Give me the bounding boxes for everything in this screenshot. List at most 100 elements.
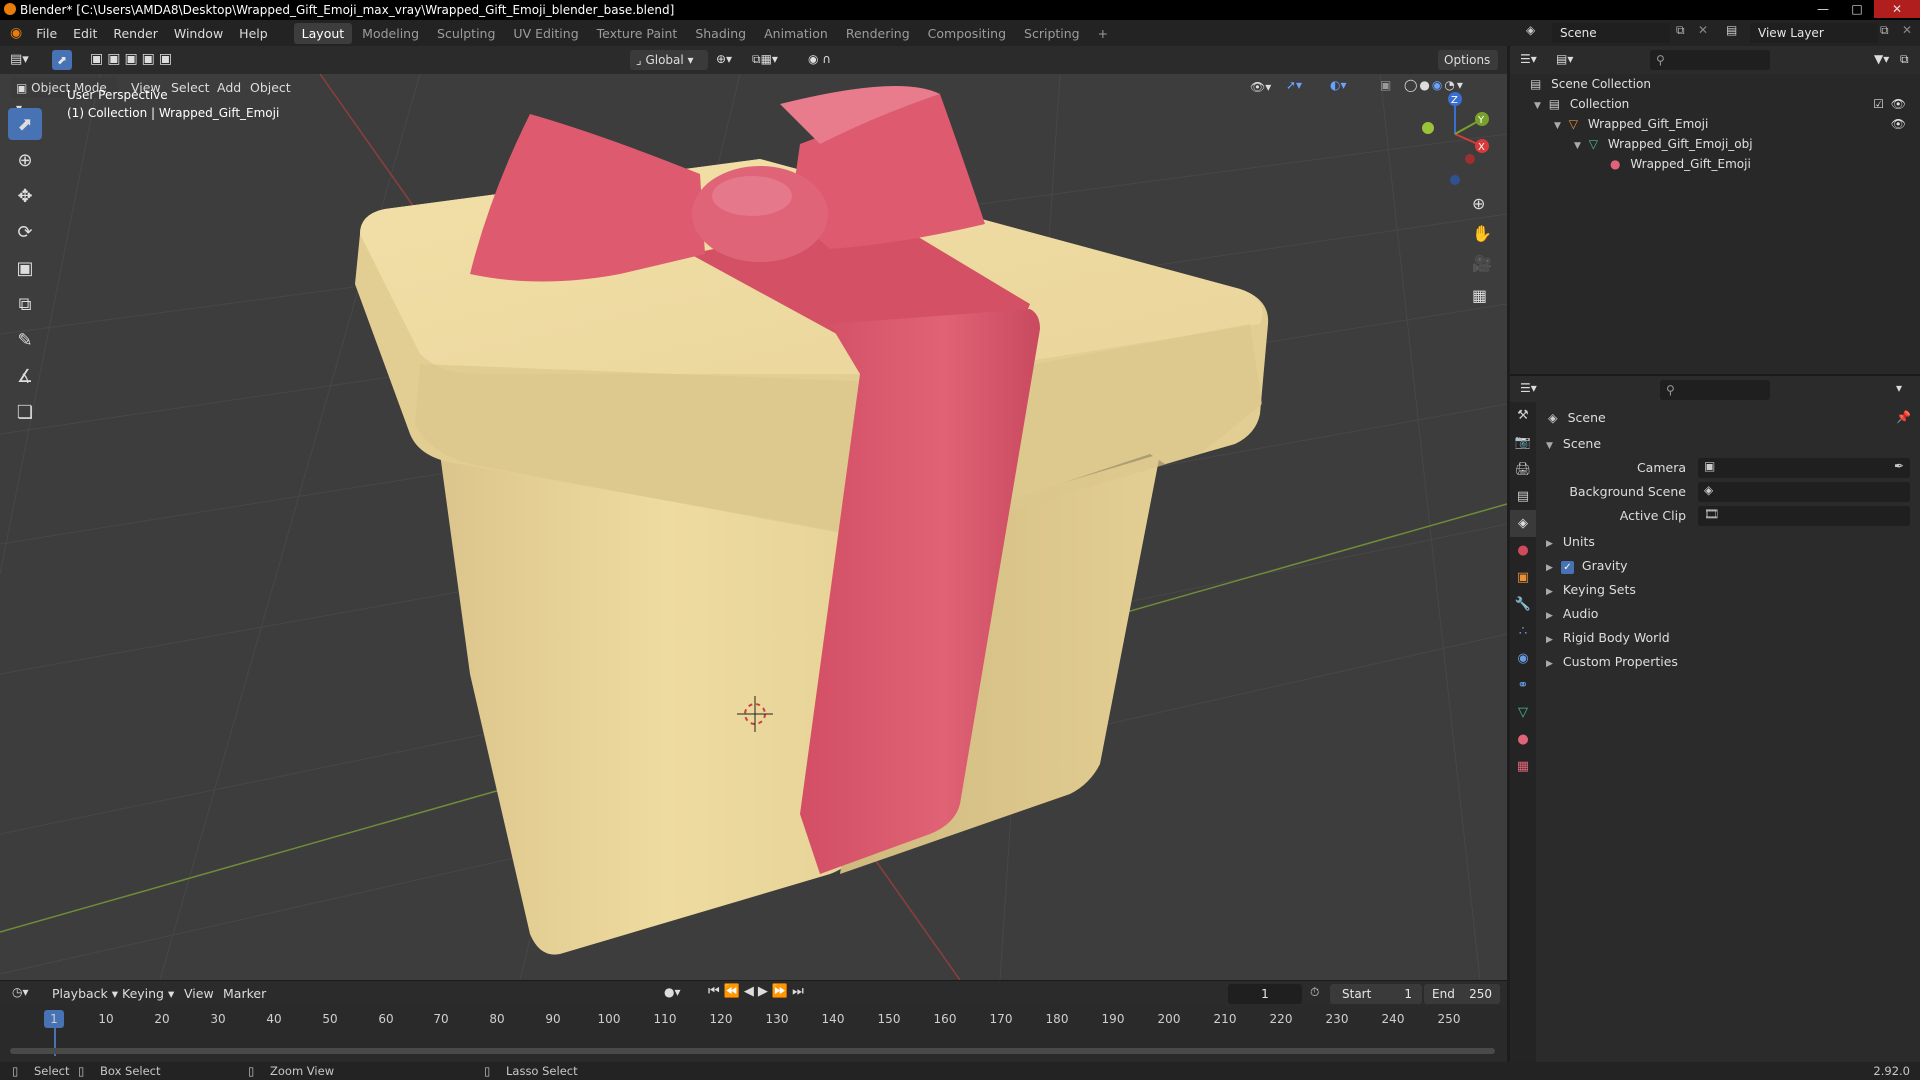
timeline-editor-icon[interactable]: ◷▾ xyxy=(12,985,29,999)
pin-icon[interactable]: 📌 xyxy=(1896,410,1911,424)
tab-object-icon[interactable]: ▣ xyxy=(1510,564,1536,591)
snapping-icon[interactable]: ⧉▦▾ xyxy=(752,52,778,67)
timeline-menu-keying[interactable]: Keying ▾ xyxy=(122,984,174,1004)
scene-panel-header[interactable]: ▼ Scene xyxy=(1546,434,1601,454)
proportional-editing-icon[interactable]: ◉ ∩ xyxy=(808,52,831,66)
menu-help[interactable]: Help xyxy=(231,26,276,41)
add-workspace-button[interactable]: + xyxy=(1090,23,1116,44)
navigation-gizmo[interactable]: Z X Y xyxy=(1422,92,1489,185)
blender-menu-icon[interactable]: ◉ xyxy=(10,25,22,41)
tab-texture-paint[interactable]: Texture Paint xyxy=(589,23,686,44)
3d-viewport[interactable]: Z X Y ▣ Object Mode ▾ View Select Add Ob… xyxy=(0,74,1507,980)
scale-tool-icon[interactable]: ▣ xyxy=(8,252,42,284)
select-tool-icon[interactable]: ⬈ xyxy=(52,50,72,70)
selection-mode-icons[interactable]: ▣▣▣▣▣ xyxy=(90,51,176,67)
custom-properties-subpanel[interactable]: ▶ Custom Properties xyxy=(1546,652,1678,672)
pan-hand-icon[interactable]: ✋ xyxy=(1472,224,1492,243)
eyedropper-icon[interactable]: ✒ xyxy=(1894,459,1904,473)
timeline-area[interactable]: 1 10 20 30 40 50 60 70 80 90 100 110 120… xyxy=(0,1006,1507,1062)
add-cube-tool-icon[interactable]: ❏ xyxy=(8,396,42,428)
visibility-eye-icon[interactable]: 👁 xyxy=(1891,114,1906,134)
gizmo-toggle-icon[interactable]: ➚▾ xyxy=(1286,78,1302,92)
tab-output-icon[interactable]: 🖨 xyxy=(1510,456,1536,483)
tab-particles-icon[interactable]: ∴ xyxy=(1510,618,1536,645)
display-mode-icon[interactable]: ▤▾ xyxy=(1556,52,1573,66)
menu-file[interactable]: File xyxy=(28,26,65,41)
end-frame-field[interactable]: End 250 xyxy=(1424,984,1500,1004)
keying-sets-subpanel[interactable]: ▶ Keying Sets xyxy=(1546,580,1636,600)
viewport-menu-select[interactable]: Select xyxy=(171,78,210,98)
timeline-menu-view[interactable]: View xyxy=(184,984,214,1004)
close-button[interactable]: ✕ xyxy=(1874,0,1920,18)
viewport-menu-add[interactable]: Add xyxy=(217,78,241,98)
active-clip-field[interactable]: 🎞 xyxy=(1698,506,1910,526)
visibility-icon[interactable]: 👁▾ xyxy=(1250,80,1271,94)
tab-layout[interactable]: Layout xyxy=(293,22,353,44)
tab-sculpting[interactable]: Sculpting xyxy=(429,23,503,44)
editor-type-icon[interactable]: ▤▾ xyxy=(10,52,29,67)
units-subpanel[interactable]: ▶ Units xyxy=(1546,532,1595,552)
tab-view-layer-icon[interactable]: ▤ xyxy=(1510,483,1536,510)
tab-world-icon[interactable]: ● xyxy=(1510,537,1536,564)
transform-orientation-dropdown[interactable]: ⌟ Global ▾ xyxy=(630,50,708,70)
rigid-body-world-subpanel[interactable]: ▶ Rigid Body World xyxy=(1546,628,1670,648)
menu-window[interactable]: Window xyxy=(166,26,231,41)
viewport-menu-object[interactable]: Object xyxy=(250,78,291,98)
tab-modeling[interactable]: Modeling xyxy=(354,23,427,44)
maximize-button[interactable]: □ xyxy=(1840,0,1874,18)
timeline-menu-playback[interactable]: Playback ▾ xyxy=(52,984,118,1004)
background-scene-field[interactable]: ◈ xyxy=(1698,482,1910,502)
measure-tool-icon[interactable]: ∡ xyxy=(8,360,42,392)
minimize-button[interactable]: — xyxy=(1806,0,1840,18)
tab-scripting[interactable]: Scripting xyxy=(1016,23,1088,44)
new-collection-icon[interactable]: ⧉ xyxy=(1900,52,1909,67)
properties-editor-icon[interactable]: ☰▾ xyxy=(1520,381,1537,395)
properties-options-icon[interactable]: ▾ xyxy=(1896,381,1902,395)
current-frame-field[interactable]: 1 xyxy=(1228,984,1302,1004)
select-box-tool-icon[interactable]: ⬈ xyxy=(8,108,42,140)
menu-edit[interactable]: Edit xyxy=(65,26,105,41)
delete-scene-icon[interactable]: ✕ xyxy=(1698,23,1708,37)
rotate-tool-icon[interactable]: ⟳ xyxy=(8,216,42,248)
options-dropdown[interactable]: Options ▾ xyxy=(1438,50,1498,87)
stopwatch-icon[interactable]: ⏱ xyxy=(1310,985,1319,1000)
outliner-row-mesh-data[interactable]: ▼ ▽ Wrapped_Gift_Emoji_obj xyxy=(1574,134,1753,154)
tab-animation[interactable]: Animation xyxy=(756,23,836,44)
tab-tool-icon[interactable]: ⚒ xyxy=(1510,402,1536,429)
start-frame-field[interactable]: Start 1 xyxy=(1330,984,1422,1004)
menu-render[interactable]: Render xyxy=(105,26,166,41)
outliner-row-scene-collection[interactable]: ▤ Scene Collection xyxy=(1530,74,1651,94)
move-tool-icon[interactable]: ✥ xyxy=(8,180,42,212)
playback-controls[interactable]: ⏮⏪◀▶⏩⏭ xyxy=(708,984,808,999)
tab-rendering[interactable]: Rendering xyxy=(838,23,918,44)
filter-icon[interactable]: ▼▾ xyxy=(1874,52,1889,66)
new-scene-icon[interactable]: ⧉ xyxy=(1676,23,1685,38)
record-keyframe-icon[interactable]: ●▾ xyxy=(664,985,681,999)
outliner-row-collection[interactable]: ▼ ▤ Collection ☑ 👁 xyxy=(1534,94,1914,114)
tab-shading[interactable]: Shading xyxy=(687,23,754,44)
properties-search-input[interactable]: ⚲ xyxy=(1660,380,1770,400)
timeline-menu-marker[interactable]: Marker xyxy=(223,984,266,1004)
overlays-icon[interactable]: ◐▾ xyxy=(1330,78,1347,92)
audio-subpanel[interactable]: ▶ Audio xyxy=(1546,604,1598,624)
delete-view-layer-icon[interactable]: ✕ xyxy=(1902,23,1912,37)
gravity-subpanel[interactable]: ▶ ✓ Gravity xyxy=(1546,556,1628,576)
view-layer-selector[interactable]: View Layer xyxy=(1750,23,1878,43)
scene-icon[interactable]: ◈ xyxy=(1526,23,1548,43)
visibility-eye-icon[interactable]: 👁 xyxy=(1891,94,1906,114)
tab-scene-icon[interactable]: ◈ xyxy=(1510,510,1536,537)
expand-arrow-icon[interactable]: ▼ xyxy=(1574,141,1581,151)
tab-data-icon[interactable]: ▽ xyxy=(1510,699,1536,726)
annotate-tool-icon[interactable]: ✎ xyxy=(8,324,42,356)
perspective-toggle-icon[interactable]: ▦ xyxy=(1472,286,1487,305)
tab-constraints-icon[interactable]: ⚭ xyxy=(1510,672,1536,699)
xray-icon[interactable]: ▣ xyxy=(1380,78,1391,92)
tab-physics-icon[interactable]: ◉ xyxy=(1510,645,1536,672)
tab-modifiers-icon[interactable]: 🔧 xyxy=(1510,591,1536,618)
outliner-editor-icon[interactable]: ☰▾ xyxy=(1520,52,1537,66)
tab-render-icon[interactable]: 📷 xyxy=(1510,429,1536,456)
shading-mode-icons[interactable]: ◯●◉◔▾ xyxy=(1404,78,1465,92)
outliner-search-input[interactable]: ⚲ xyxy=(1650,50,1770,70)
tab-uv-editing[interactable]: UV Editing xyxy=(505,23,586,44)
outliner-row-material[interactable]: ● Wrapped_Gift_Emoji xyxy=(1610,154,1751,174)
